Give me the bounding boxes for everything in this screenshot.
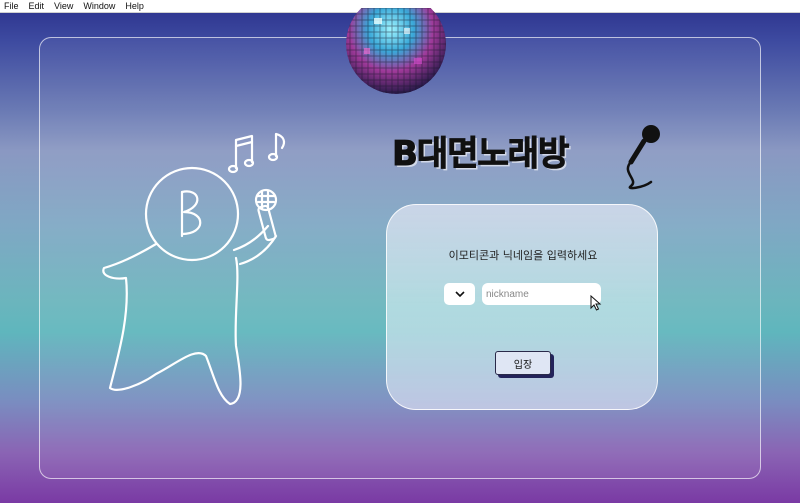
menu-help[interactable]: Help [125,1,144,11]
microphone-icon [626,125,660,190]
login-card: 이모티콘과 닉네임을 입력하세요 입장 [386,204,658,410]
enter-button[interactable]: 입장 [495,351,551,375]
menu-window[interactable]: Window [83,1,115,11]
chevron-down-icon [454,291,465,298]
app-title: B대면노래방 [391,134,569,175]
music-notes-icon [227,132,286,174]
character-icon [102,132,286,406]
menu-view[interactable]: View [54,1,73,11]
disco-ball-icon [346,8,446,94]
emoji-select[interactable] [444,283,475,305]
app-title-group: B대면노래방 [391,122,662,192]
menu-edit[interactable]: Edit [29,1,45,11]
nickname-input[interactable] [482,283,601,305]
mouse-cursor-icon [590,295,602,311]
menu-file[interactable]: File [4,1,19,11]
login-prompt: 이모티콘과 닉네임을 입력하세요 [448,249,598,262]
